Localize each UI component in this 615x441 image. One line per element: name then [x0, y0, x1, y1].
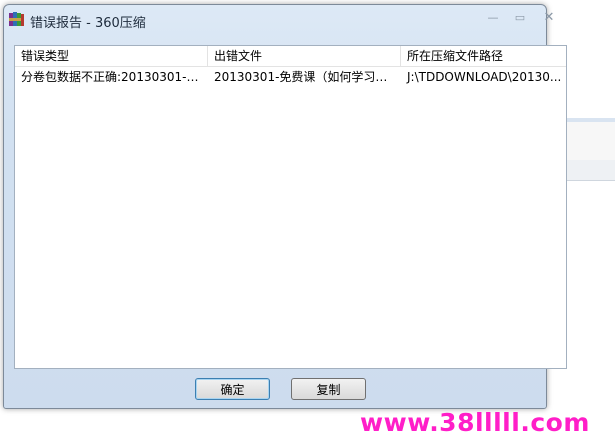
- minimize-button[interactable]: —: [480, 7, 506, 27]
- cell-error-type: 分卷包数据不正确:20130301-免...: [21, 70, 208, 84]
- close-icon: ✕: [543, 9, 555, 25]
- watermark: www.38lllll.com: [360, 408, 590, 437]
- maximize-button[interactable]: ▭: [507, 7, 533, 27]
- cell-archive-path: J:\TDDOWNLOAD\20130...: [407, 70, 562, 84]
- column-header-archive-path[interactable]: 所在压缩文件路径: [401, 46, 566, 66]
- table-row[interactable]: 分卷包数据不正确:20130301-免... 20130301-免费课（如何学习…: [15, 67, 566, 87]
- maximize-icon: ▭: [514, 10, 526, 24]
- error-list[interactable]: 错误类型 出错文件 所在压缩文件路径 分卷包数据不正确:20130301-免..…: [14, 45, 567, 369]
- zip-archive-icon: [8, 10, 25, 27]
- window-title: 错误报告 - 360压缩: [30, 16, 146, 31]
- title-bar[interactable]: 错误报告 - 360压缩 — ▭ ✕: [4, 5, 554, 37]
- cell-error-file: 20130301-免费课（如何学习液...: [214, 70, 399, 84]
- copy-button[interactable]: 复制: [291, 378, 366, 400]
- ok-button[interactable]: 确定: [195, 378, 270, 400]
- list-header: 错误类型 出错文件 所在压缩文件路径: [15, 46, 566, 67]
- error-report-dialog: 错误报告 - 360压缩 — ▭ ✕ 错误类型 出错文件 所在压缩文件路径 分卷…: [3, 4, 567, 409]
- close-button[interactable]: ✕: [534, 7, 564, 27]
- column-header-error-type[interactable]: 错误类型: [15, 46, 208, 66]
- column-header-error-file[interactable]: 出错文件: [208, 46, 401, 66]
- minimize-icon: —: [487, 10, 499, 24]
